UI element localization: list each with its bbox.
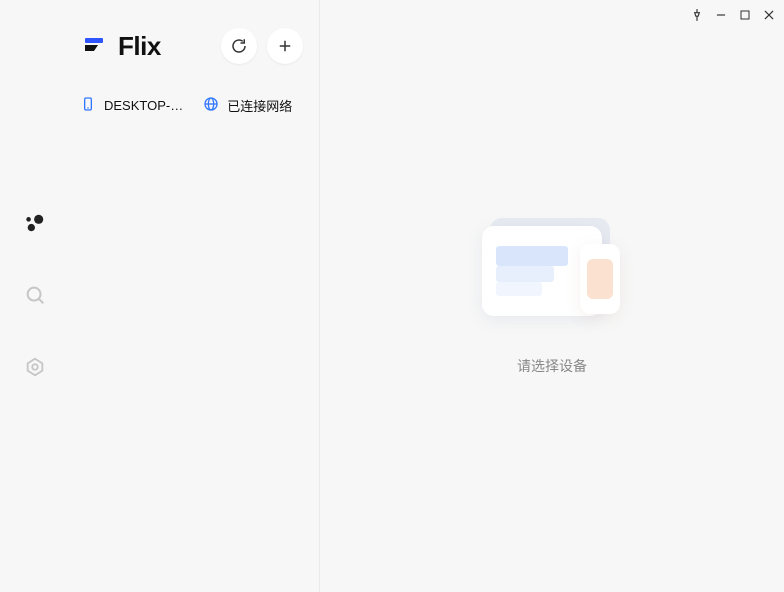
maximize-icon[interactable] xyxy=(738,8,752,22)
device-name-label: DESKTOP-… xyxy=(104,98,183,113)
empty-state-illustration xyxy=(482,216,622,316)
network-status-label: 已连接网络 xyxy=(227,96,292,115)
globe-icon xyxy=(203,96,219,115)
add-button[interactable] xyxy=(267,28,303,64)
settings-nav-icon[interactable] xyxy=(22,354,48,380)
empty-state-message: 请选择设备 xyxy=(517,356,587,376)
minimize-icon[interactable] xyxy=(714,8,728,22)
close-icon[interactable] xyxy=(762,8,776,22)
app-title: Flix xyxy=(118,31,161,62)
network-status[interactable]: 已连接网络 xyxy=(203,96,292,115)
search-nav-icon[interactable] xyxy=(22,282,48,308)
device-status[interactable]: DESKTOP-… xyxy=(80,96,183,115)
refresh-button[interactable] xyxy=(221,28,257,64)
main-content: 请选择设备 xyxy=(320,0,784,592)
pin-icon[interactable] xyxy=(690,8,704,22)
devices-nav-icon[interactable] xyxy=(22,210,48,236)
app-logo-icon xyxy=(82,34,106,58)
device-panel: Flix DESKTOP-… 已连接网络 xyxy=(70,0,320,592)
device-icon xyxy=(80,96,96,115)
side-rail xyxy=(0,0,70,592)
window-controls xyxy=(690,8,776,22)
